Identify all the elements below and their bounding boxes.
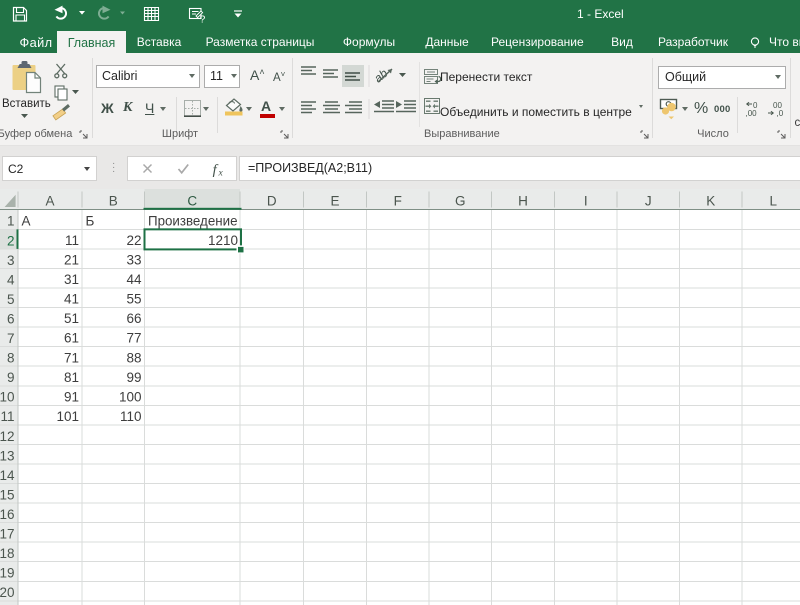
svg-text:A: A [45, 193, 54, 208]
svg-text:Б: Б [86, 213, 95, 228]
svg-text:1: 1 [7, 213, 15, 228]
svg-text:110: 110 [120, 408, 142, 423]
svg-text:9: 9 [7, 370, 15, 385]
svg-text:81: 81 [64, 369, 79, 384]
svg-text:22: 22 [126, 232, 141, 247]
svg-text:B: B [109, 193, 118, 208]
svg-text:,0: ,0 [777, 109, 784, 117]
svg-text:66: 66 [126, 311, 141, 326]
svg-text:Произведение: Произведение [148, 213, 238, 228]
svg-text:20: 20 [0, 585, 15, 600]
svg-text:100: 100 [119, 389, 142, 404]
svg-text:K: K [706, 193, 715, 208]
svg-text:13: 13 [0, 448, 15, 463]
svg-text:4: 4 [7, 272, 15, 287]
svg-text:H: H [518, 193, 528, 208]
svg-text:88: 88 [126, 350, 141, 365]
svg-text:101: 101 [56, 408, 79, 423]
svg-text:21: 21 [64, 252, 79, 267]
svg-text:12: 12 [0, 428, 15, 443]
svg-text:15: 15 [0, 487, 15, 502]
svg-text:E: E [330, 193, 339, 208]
svg-text:16: 16 [0, 506, 15, 521]
svg-text:F: F [394, 193, 402, 208]
svg-text:J: J [645, 193, 652, 208]
svg-text:6: 6 [7, 311, 15, 326]
svg-text:G: G [455, 193, 466, 208]
svg-text:8: 8 [7, 350, 15, 365]
svg-text:61: 61 [64, 330, 79, 345]
svg-text:44: 44 [126, 272, 142, 287]
svg-text:17: 17 [0, 526, 15, 541]
svg-text:11: 11 [0, 409, 14, 424]
svg-text:А: А [22, 213, 31, 228]
svg-text:11: 11 [65, 232, 79, 247]
svg-text:3: 3 [7, 252, 15, 267]
svg-text:C: C [187, 193, 197, 208]
svg-text:7: 7 [7, 331, 15, 346]
svg-text:71: 71 [64, 350, 79, 365]
svg-text:91: 91 [64, 389, 79, 404]
svg-text:D: D [267, 193, 277, 208]
svg-text:41: 41 [64, 291, 79, 306]
svg-text:51: 51 [64, 311, 79, 326]
svg-text:?: ? [200, 14, 206, 26]
svg-text:99: 99 [126, 369, 141, 384]
svg-text:L: L [769, 193, 777, 208]
svg-text:x: x [218, 168, 224, 177]
svg-text:31: 31 [64, 272, 79, 287]
svg-text:I: I [584, 193, 588, 208]
svg-text:55: 55 [126, 291, 141, 306]
svg-text:10: 10 [0, 389, 15, 404]
svg-text:2: 2 [7, 233, 15, 248]
svg-text:5: 5 [7, 291, 15, 306]
svg-text:19: 19 [0, 565, 15, 580]
svg-text:,00: ,00 [746, 109, 758, 117]
svg-text:18: 18 [0, 546, 15, 561]
svg-text:14: 14 [0, 467, 15, 482]
svg-text:77: 77 [126, 330, 141, 345]
svg-text:1210: 1210 [208, 232, 238, 247]
svg-text:ab: ab [371, 66, 390, 86]
svg-text:33: 33 [126, 252, 141, 267]
